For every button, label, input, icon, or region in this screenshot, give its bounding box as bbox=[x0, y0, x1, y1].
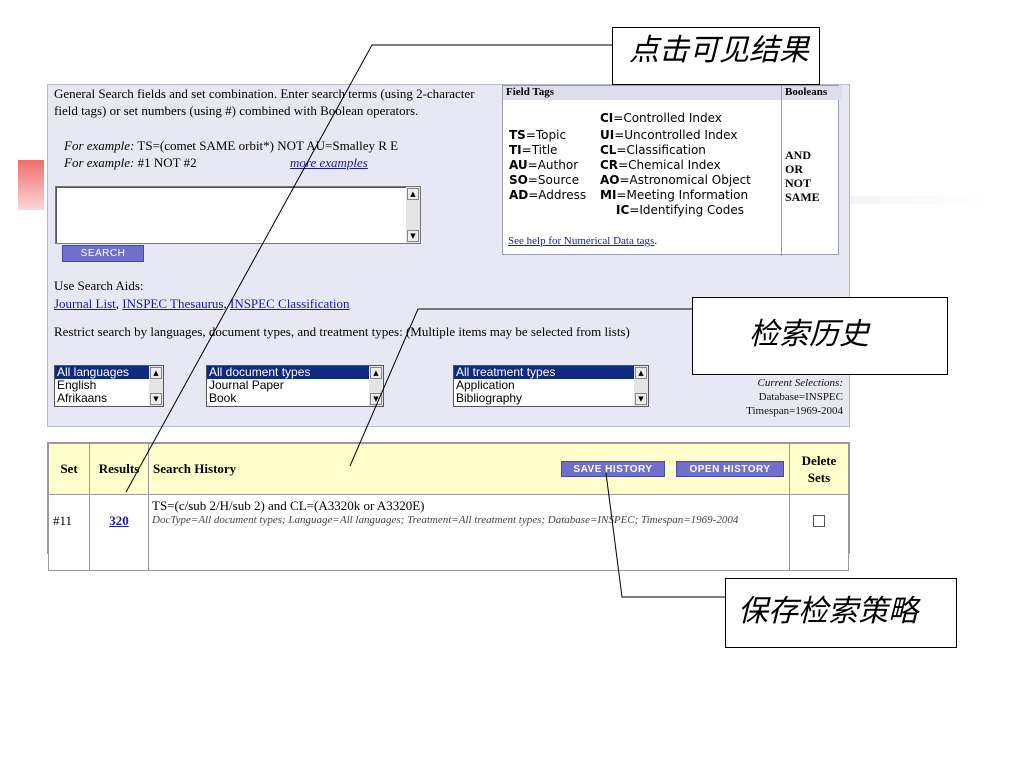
history-callout: 检索历史 bbox=[692, 297, 948, 375]
tag-ts: TS=Topic bbox=[509, 128, 567, 142]
tags-divider bbox=[781, 86, 782, 256]
scroll-down-icon[interactable]: ▼ bbox=[407, 230, 419, 242]
set-number: #11 bbox=[48, 494, 90, 571]
results-count-link[interactable]: 320 bbox=[109, 513, 129, 528]
numerical-help: See help for Numerical Data tags. bbox=[508, 235, 658, 247]
doctype-option[interactable]: Book bbox=[207, 392, 383, 405]
scroll-down-icon[interactable]: ▼ bbox=[370, 393, 382, 405]
tag-ao: AO=Astronomical Object bbox=[600, 173, 751, 187]
treatment-listbox[interactable]: All treatment types Application Bibliogr… bbox=[453, 365, 649, 407]
inspec-thesaurus-link[interactable]: INSPEC Thesaurus bbox=[122, 296, 223, 311]
query-scrollbar[interactable]: ▲ ▼ bbox=[406, 187, 420, 243]
tag-cr: CR=Chemical Index bbox=[600, 158, 721, 172]
scroll-down-icon[interactable]: ▼ bbox=[150, 393, 162, 405]
tag-ti: TI=Title bbox=[509, 143, 558, 157]
search-instructions: General Search fields and set combinatio… bbox=[54, 86, 475, 118]
tag-so: SO=Source bbox=[509, 173, 580, 187]
search-panel: General Search fields and set combinatio… bbox=[47, 84, 850, 427]
current-selections: Current Selections: Database=INSPEC Time… bbox=[746, 376, 843, 418]
col-delete-sets: Delete Sets bbox=[789, 443, 849, 495]
treatment-option[interactable]: Bibliography bbox=[454, 392, 648, 405]
results-callout: 点击可见结果 bbox=[612, 27, 820, 85]
col-set: Set bbox=[48, 443, 90, 495]
tag-ui: UI=Uncontrolled Index bbox=[600, 128, 738, 142]
history-query-meta: DocType=All document types; Language=All… bbox=[152, 514, 739, 526]
delete-set-checkbox[interactable] bbox=[813, 515, 825, 527]
tag-ci: CI=Controlled Index bbox=[600, 111, 722, 125]
col-search-history-label: Search History bbox=[153, 461, 237, 476]
language-scrollbar[interactable]: ▲ ▼ bbox=[149, 366, 163, 406]
results-cell: 320 bbox=[89, 494, 149, 571]
booleans-header: Booleans bbox=[782, 86, 842, 100]
boolean-not: NOT bbox=[785, 176, 812, 190]
tag-cl: CL=Classification bbox=[600, 143, 706, 157]
tag-mi: MI=Meeting Information bbox=[600, 188, 749, 202]
save-callout: 保存检索策略 bbox=[725, 578, 957, 648]
doctype-listbox[interactable]: All document types Journal Paper Book ▲ … bbox=[206, 365, 384, 407]
scroll-up-icon[interactable]: ▲ bbox=[150, 367, 162, 379]
search-button[interactable]: SEARCH bbox=[62, 245, 144, 262]
open-history-button[interactable]: OPEN HISTORY bbox=[676, 461, 784, 477]
example-2-text: #1 NOT #2 bbox=[137, 155, 197, 170]
tag-ad: AD=Address bbox=[509, 188, 587, 202]
history-query-cell: TS=(c/sub 2/H/sub 2) and CL=(A3320k or A… bbox=[148, 494, 790, 571]
col-results: Results bbox=[89, 443, 149, 495]
history-header-row: Set Results Search History SAVE HISTORY … bbox=[48, 443, 849, 495]
scroll-up-icon[interactable]: ▲ bbox=[407, 188, 419, 200]
search-aids-label: Use Search Aids: bbox=[54, 278, 144, 293]
doctype-scrollbar[interactable]: ▲ ▼ bbox=[369, 366, 383, 406]
scroll-down-icon[interactable]: ▼ bbox=[635, 393, 647, 405]
scroll-up-icon[interactable]: ▲ bbox=[635, 367, 647, 379]
boolean-or: OR bbox=[785, 162, 803, 176]
tag-ic: IC=Identifying Codes bbox=[616, 203, 744, 217]
delete-cell bbox=[789, 494, 849, 571]
journal-list-link[interactable]: Journal List bbox=[54, 296, 116, 311]
save-history-button[interactable]: SAVE HISTORY bbox=[561, 461, 665, 477]
field-tags-header: Field Tags bbox=[503, 86, 784, 100]
example-2: For example: #1 NOT #2 more examples bbox=[64, 154, 434, 171]
current-selections-label: Current Selections: bbox=[757, 377, 843, 389]
slide-decoration-bar bbox=[18, 160, 44, 210]
restrict-text: Restrict search by languages, document t… bbox=[54, 324, 630, 339]
boolean-and: AND bbox=[785, 148, 811, 162]
search-history-table: Set Results Search History SAVE HISTORY … bbox=[47, 442, 850, 571]
language-listbox[interactable]: All languages English Afrikaans ▲ ▼ bbox=[54, 365, 164, 407]
treatment-scrollbar[interactable]: ▲ ▼ bbox=[634, 366, 648, 406]
search-aids-links: Journal List, INSPEC Thesaurus, INSPEC C… bbox=[54, 296, 350, 311]
field-tags-box: Field Tags Booleans TS=Topic TI=Title AU… bbox=[502, 85, 842, 256]
tag-au: AU=Author bbox=[509, 158, 579, 172]
numerical-help-link[interactable]: See help for Numerical Data tags bbox=[508, 235, 654, 247]
history-query: TS=(c/sub 2/H/sub 2) and CL=(A3320k or A… bbox=[152, 498, 425, 513]
col-search-history: Search History SAVE HISTORY OPEN HISTORY bbox=[148, 443, 790, 495]
language-option[interactable]: Afrikaans bbox=[55, 392, 163, 405]
example-1-text: TS=(comet SAME orbit*) NOT AU=Smalley R … bbox=[137, 138, 399, 153]
example-2-label: For example: bbox=[64, 155, 135, 170]
example-1-label: For example: bbox=[64, 138, 135, 153]
more-examples-link[interactable]: more examples bbox=[290, 154, 368, 171]
current-database: Database=INSPEC bbox=[758, 391, 843, 403]
scroll-up-icon[interactable]: ▲ bbox=[370, 367, 382, 379]
table-row: #11 320 TS=(c/sub 2/H/sub 2) and CL=(A33… bbox=[48, 494, 849, 571]
boolean-same: SAME bbox=[785, 190, 820, 204]
example-1: For example: TS=(comet SAME orbit*) NOT … bbox=[64, 137, 398, 154]
current-timespan: Timespan=1969-2004 bbox=[746, 405, 843, 417]
inspec-classification-link[interactable]: INSPEC Classification bbox=[230, 296, 350, 311]
query-textarea[interactable]: ▲ ▼ bbox=[55, 186, 421, 244]
